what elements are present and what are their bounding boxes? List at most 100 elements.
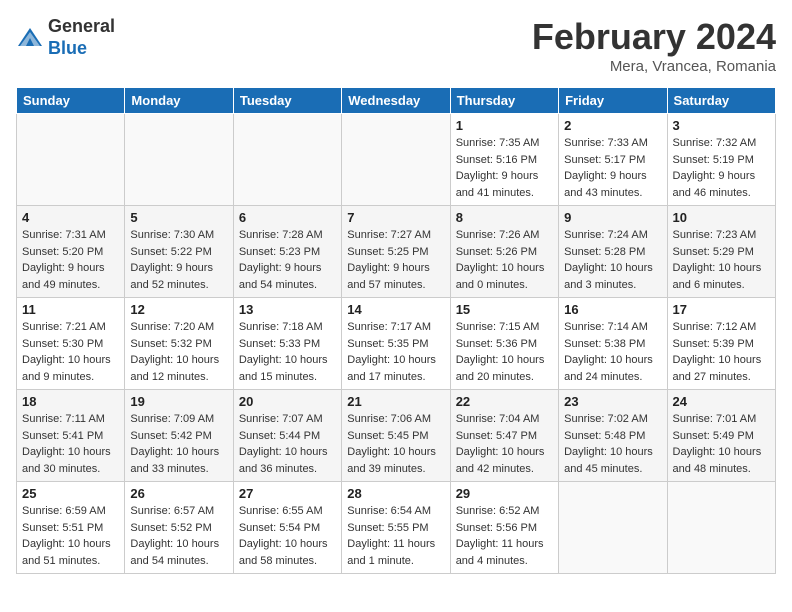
col-header-saturday: Saturday [667,88,775,114]
day-info: Sunrise: 7:06 AM Sunset: 5:45 PM Dayligh… [347,411,444,477]
calendar-cell [17,114,125,206]
logo-text: General Blue [48,16,115,59]
header: General Blue February 2024 Mera, Vrancea… [16,16,776,75]
day-number: 12 [130,302,227,317]
day-number: 3 [673,118,770,133]
day-info: Sunrise: 6:52 AM Sunset: 5:56 PM Dayligh… [456,503,553,569]
day-info: Sunrise: 7:01 AM Sunset: 5:49 PM Dayligh… [673,411,770,477]
calendar-cell: 4Sunrise: 7:31 AM Sunset: 5:20 PM Daylig… [17,206,125,298]
calendar-cell: 8 Sunrise: 7:26 AM Sunset: 5:26 PM Daylig… [450,206,558,298]
week-row-4: 18 Sunrise: 7:11 AM Sunset: 5:41 PM Dayli… [17,390,776,482]
calendar-subtitle: Mera, Vrancea, Romania [532,58,776,75]
header-row: SundayMondayTuesdayWednesdayThursdayFrid… [17,88,776,114]
day-number: 16 [564,302,661,317]
day-info: Sunrise: 7:14 AM Sunset: 5:38 PM Dayligh… [564,319,661,385]
week-row-5: 25 Sunrise: 6:59 AM Sunset: 5:51 PM Dayli… [17,482,776,574]
calendar-cell: 1 Sunrise: 7:35 AM Sunset: 5:16 PM Daylig… [450,114,558,206]
day-info: Sunrise: 7:02 AM Sunset: 5:48 PM Dayligh… [564,411,661,477]
day-number: 22 [456,394,553,409]
day-info: Sunrise: 7:24 AM Sunset: 5:28 PM Dayligh… [564,227,661,293]
day-number: 1 [456,118,553,133]
calendar-cell [559,482,667,574]
day-number: 23 [564,394,661,409]
day-info: Sunrise: 7:09 AM Sunset: 5:42 PM Dayligh… [130,411,227,477]
day-number: 9 [564,210,661,225]
day-number: 27 [239,486,336,501]
day-info: Sunrise: 6:59 AM Sunset: 5:51 PM Dayligh… [22,503,119,569]
calendar-cell: 12Sunrise: 7:20 AM Sunset: 5:32 PM Dayli… [125,298,233,390]
calendar-cell: 14 Sunrise: 7:17 AM Sunset: 5:35 PM Dayli… [342,298,450,390]
calendar-cell: 2 Sunrise: 7:33 AM Sunset: 5:17 PM Daylig… [559,114,667,206]
day-number: 29 [456,486,553,501]
day-number: 18 [22,394,119,409]
calendar-cell: 20 Sunrise: 7:07 AM Sunset: 5:44 PM Dayli… [233,390,341,482]
calendar-cell: 9 Sunrise: 7:24 AM Sunset: 5:28 PM Daylig… [559,206,667,298]
logo-icon [16,24,44,52]
day-info: Sunrise: 7:15 AM Sunset: 5:36 PM Dayligh… [456,319,553,385]
day-info: Sunrise: 7:12 AM Sunset: 5:39 PM Dayligh… [673,319,770,385]
day-info: Sunrise: 7:30 AM Sunset: 5:22 PM Dayligh… [130,227,227,293]
day-info: Sunrise: 7:32 AM Sunset: 5:19 PM Dayligh… [673,135,770,201]
calendar-cell: 29 Sunrise: 6:52 AM Sunset: 5:56 PM Dayli… [450,482,558,574]
day-number: 10 [673,210,770,225]
day-info: Sunrise: 7:18 AM Sunset: 5:33 PM Dayligh… [239,319,336,385]
calendar-cell: 13Sunrise: 7:18 AM Sunset: 5:33 PM Dayli… [233,298,341,390]
calendar-table: SundayMondayTuesdayWednesdayThursdayFrid… [16,87,776,574]
day-number: 25 [22,486,119,501]
day-info: Sunrise: 7:28 AM Sunset: 5:23 PM Dayligh… [239,227,336,293]
calendar-cell: 10Sunrise: 7:23 AM Sunset: 5:29 PM Dayli… [667,206,775,298]
day-info: Sunrise: 7:26 AM Sunset: 5:26 PM Dayligh… [456,227,553,293]
day-info: Sunrise: 7:04 AM Sunset: 5:47 PM Dayligh… [456,411,553,477]
calendar-title: February 2024 [532,16,776,58]
day-info: Sunrise: 6:54 AM Sunset: 5:55 PM Dayligh… [347,503,444,569]
day-number: 17 [673,302,770,317]
calendar-cell: 18 Sunrise: 7:11 AM Sunset: 5:41 PM Dayli… [17,390,125,482]
day-info: Sunrise: 6:55 AM Sunset: 5:54 PM Dayligh… [239,503,336,569]
calendar-cell: 21 Sunrise: 7:06 AM Sunset: 5:45 PM Dayli… [342,390,450,482]
calendar-cell [667,482,775,574]
calendar-cell: 27 Sunrise: 6:55 AM Sunset: 5:54 PM Dayli… [233,482,341,574]
calendar-cell: 6 Sunrise: 7:28 AM Sunset: 5:23 PM Daylig… [233,206,341,298]
calendar-cell [342,114,450,206]
day-info: Sunrise: 7:27 AM Sunset: 5:25 PM Dayligh… [347,227,444,293]
logo-blue: Blue [48,38,87,58]
day-number: 8 [456,210,553,225]
day-number: 21 [347,394,444,409]
calendar-cell: 22 Sunrise: 7:04 AM Sunset: 5:47 PM Dayli… [450,390,558,482]
calendar-cell: 5 Sunrise: 7:30 AM Sunset: 5:22 PM Daylig… [125,206,233,298]
day-info: Sunrise: 7:33 AM Sunset: 5:17 PM Dayligh… [564,135,661,201]
calendar-cell: 7 Sunrise: 7:27 AM Sunset: 5:25 PM Daylig… [342,206,450,298]
day-number: 14 [347,302,444,317]
day-number: 15 [456,302,553,317]
day-number: 24 [673,394,770,409]
calendar-cell: 25 Sunrise: 6:59 AM Sunset: 5:51 PM Dayli… [17,482,125,574]
col-header-monday: Monday [125,88,233,114]
calendar-cell [233,114,341,206]
day-number: 28 [347,486,444,501]
calendar-cell: 3 Sunrise: 7:32 AM Sunset: 5:19 PM Daylig… [667,114,775,206]
col-header-friday: Friday [559,88,667,114]
day-number: 6 [239,210,336,225]
day-info: Sunrise: 7:07 AM Sunset: 5:44 PM Dayligh… [239,411,336,477]
calendar-cell: 26 Sunrise: 6:57 AM Sunset: 5:52 PM Dayli… [125,482,233,574]
col-header-tuesday: Tuesday [233,88,341,114]
calendar-cell: 17 Sunrise: 7:12 AM Sunset: 5:39 PM Dayli… [667,298,775,390]
calendar-cell [125,114,233,206]
logo: General Blue [16,16,115,59]
col-header-thursday: Thursday [450,88,558,114]
calendar-cell: 28 Sunrise: 6:54 AM Sunset: 5:55 PM Dayli… [342,482,450,574]
day-number: 26 [130,486,227,501]
day-info: Sunrise: 7:31 AM Sunset: 5:20 PM Dayligh… [22,227,119,293]
day-number: 7 [347,210,444,225]
calendar-cell: 15 Sunrise: 7:15 AM Sunset: 5:36 PM Dayli… [450,298,558,390]
day-info: Sunrise: 7:11 AM Sunset: 5:41 PM Dayligh… [22,411,119,477]
day-number: 19 [130,394,227,409]
day-number: 2 [564,118,661,133]
day-number: 20 [239,394,336,409]
day-info: Sunrise: 6:57 AM Sunset: 5:52 PM Dayligh… [130,503,227,569]
day-info: Sunrise: 7:35 AM Sunset: 5:16 PM Dayligh… [456,135,553,201]
day-number: 5 [130,210,227,225]
logo-general: General [48,16,115,36]
calendar-cell: 11Sunrise: 7:21 AM Sunset: 5:30 PM Dayli… [17,298,125,390]
day-info: Sunrise: 7:17 AM Sunset: 5:35 PM Dayligh… [347,319,444,385]
